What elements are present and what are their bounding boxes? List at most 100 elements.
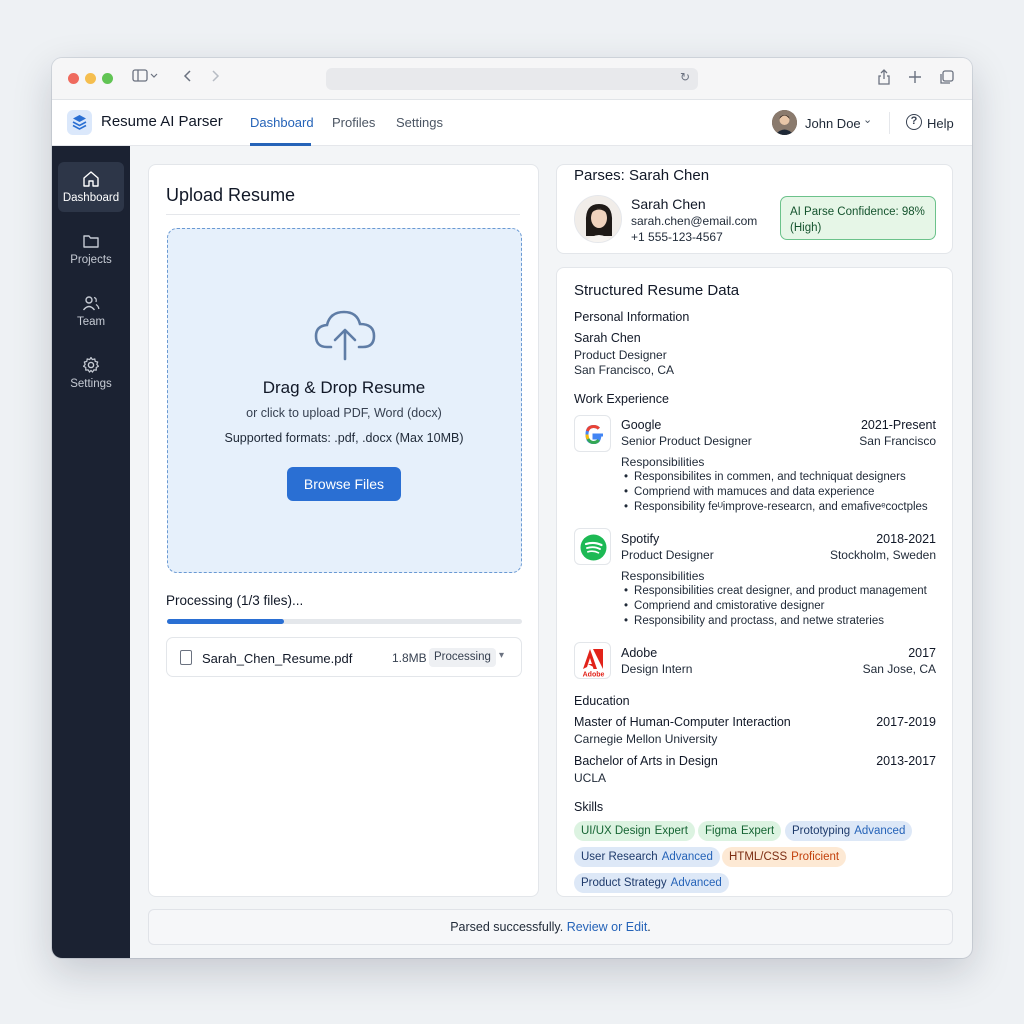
- education-heading: Education: [574, 694, 630, 708]
- candidate-avatar: [574, 195, 622, 243]
- help-icon[interactable]: ?: [906, 114, 922, 130]
- job-company: Spotify: [621, 532, 660, 546]
- file-name: Sarah_Chen_Resume.pdf: [202, 651, 353, 666]
- responsibility-item: Responsibility feᵁimprove-researcn, and …: [624, 501, 928, 513]
- job-title: Design Intern: [621, 662, 693, 676]
- skill-level: Advanced: [661, 851, 713, 863]
- skill-chip: Figma Expert: [698, 821, 782, 841]
- users-icon: [82, 296, 100, 311]
- folder-icon: [83, 235, 99, 248]
- nav-tab-dashboard[interactable]: Dashboard: [250, 115, 314, 130]
- sidebar-item-label: Dashboard: [62, 192, 120, 204]
- tabs-overview-icon[interactable]: [939, 68, 955, 92]
- responsibility-item: Compriend and cmistorative designer: [624, 600, 824, 612]
- sidebar-item-settings[interactable]: Settings: [58, 348, 124, 398]
- responsibility-item: Compriend with mamuces and data experien…: [624, 486, 874, 498]
- personal-location: San Francisco, CA: [574, 363, 675, 377]
- skill-name: Figma: [705, 825, 737, 837]
- parse-title: Parses: Sarah Chen: [574, 167, 710, 184]
- job-title: Senior Product Designer: [621, 434, 752, 448]
- cloud-upload-icon: [314, 310, 376, 361]
- reload-icon[interactable]: ↻: [680, 70, 690, 84]
- sidebar-item-projects[interactable]: Projects: [58, 224, 124, 274]
- job-dates: 2018-2021: [876, 532, 936, 546]
- gear-icon: [83, 356, 99, 373]
- minimize-window-button[interactable]: [85, 73, 96, 84]
- skill-chip: HTML/CSS Proficient: [722, 847, 847, 867]
- skills-heading: Skills: [574, 800, 604, 814]
- sidebar-item-label: Settings: [70, 378, 112, 390]
- share-icon[interactable]: [877, 68, 891, 92]
- file-row[interactable]: Sarah_Chen_Resume.pdf 1.8MB Processing ▾: [166, 637, 522, 677]
- back-icon[interactable]: [182, 68, 194, 90]
- nav-tab-settings[interactable]: Settings: [396, 115, 443, 130]
- header-divider: [889, 112, 890, 134]
- skill-level: Proficient: [791, 851, 840, 863]
- job-location: San Jose, CA: [862, 662, 936, 676]
- education-school: Carnegie Mellon University: [574, 732, 718, 746]
- responsibility-item: Responsibilities creat designer, and pro…: [624, 585, 927, 597]
- drop-zone[interactable]: Drag & Drop Resume or click to upload PD…: [167, 228, 522, 573]
- user-name[interactable]: John Doe: [805, 116, 861, 131]
- job-location: Stockholm, Sweden: [829, 548, 936, 562]
- browser-toolbar: ↻: [52, 58, 972, 100]
- candidate-email: sarah.chen@email.com: [631, 214, 758, 228]
- address-bar[interactable]: ↻: [326, 68, 698, 90]
- education-dates: 2017-2019: [876, 715, 936, 729]
- app-header: Resume AI Parser Dashboard Profiles Sett…: [52, 100, 972, 146]
- skill-level: Expert: [654, 825, 688, 837]
- sidebar: Dashboard Projects Team Settings: [52, 146, 130, 958]
- app-logo-icon: [67, 110, 92, 135]
- skill-name: Prototyping: [792, 825, 851, 837]
- education-dates: 2013-2017: [876, 754, 936, 768]
- chevron-down-icon[interactable]: ▾: [499, 650, 504, 661]
- sidebar-item-dashboard[interactable]: Dashboard: [58, 162, 124, 212]
- confidence-score: AI Parse Confidence: 98%: [790, 206, 925, 218]
- drop-subtitle: or click to upload PDF, Word (docx): [246, 406, 442, 420]
- upload-card: Upload Resume Drag & Drop Resume or clic…: [148, 164, 539, 897]
- responsibility-item: Responsibility and proctass, and netwe s…: [624, 615, 884, 627]
- skill-chip: UI/UX Design Expert: [574, 821, 695, 841]
- review-edit-link[interactable]: Review or Edit: [567, 920, 648, 934]
- processing-label: Processing (1/3 files)...: [166, 593, 304, 608]
- new-tab-icon[interactable]: [908, 68, 922, 92]
- confidence-badge: AI Parse Confidence: 98% (High): [780, 196, 936, 240]
- personal-info-heading: Personal Information: [574, 310, 690, 324]
- structured-data-card: Structured Resume Data Personal Informat…: [556, 267, 953, 897]
- browse-files-button[interactable]: Browse Files: [287, 467, 401, 501]
- skill-level: Advanced: [854, 825, 906, 837]
- sidebar-item-label: Team: [76, 316, 106, 328]
- close-window-button[interactable]: [68, 73, 79, 84]
- drop-title: Drag & Drop Resume: [262, 378, 426, 397]
- structured-data-title: Structured Resume Data: [574, 282, 740, 299]
- google-logo-icon: [574, 415, 611, 452]
- sidebar-toggle-icon[interactable]: [132, 68, 158, 90]
- job-company: Adobe: [621, 646, 658, 660]
- education-school: UCLA: [574, 771, 607, 785]
- sidebar-item-team[interactable]: Team: [58, 286, 124, 336]
- skill-chip: Product Strategy Advanced: [574, 873, 729, 893]
- forward-icon[interactable]: [209, 68, 221, 90]
- chevron-down-icon[interactable]: ⌄: [863, 113, 872, 126]
- upload-title: Upload Resume: [166, 185, 296, 205]
- file-size: 1.8MB: [392, 651, 427, 665]
- job-company: Google: [621, 418, 662, 432]
- home-icon: [83, 171, 99, 187]
- user-avatar[interactable]: [772, 110, 797, 135]
- browser-window: ↻ Resume AI Parser Dashboard Profiles Se…: [52, 58, 972, 958]
- adobe-logo-icon: Adobe: [574, 642, 611, 679]
- progress-bar: [167, 619, 522, 624]
- candidate-name: Sarah Chen: [631, 196, 706, 212]
- skill-name: HTML/CSS: [729, 851, 788, 863]
- active-tab-indicator: [250, 143, 311, 146]
- file-icon: [180, 650, 192, 665]
- help-link[interactable]: Help: [927, 116, 954, 131]
- job-dates: 2021-Present: [860, 418, 936, 432]
- divider: [166, 214, 520, 215]
- maximize-window-button[interactable]: [102, 73, 113, 84]
- adobe-logo-text: Adobe: [583, 672, 605, 679]
- nav-tab-profiles[interactable]: Profiles: [332, 115, 375, 130]
- personal-role: Product Designer: [574, 348, 667, 362]
- status-footer: Parsed successfully. Review or Edit.: [148, 909, 953, 945]
- confidence-level: (High): [790, 222, 822, 234]
